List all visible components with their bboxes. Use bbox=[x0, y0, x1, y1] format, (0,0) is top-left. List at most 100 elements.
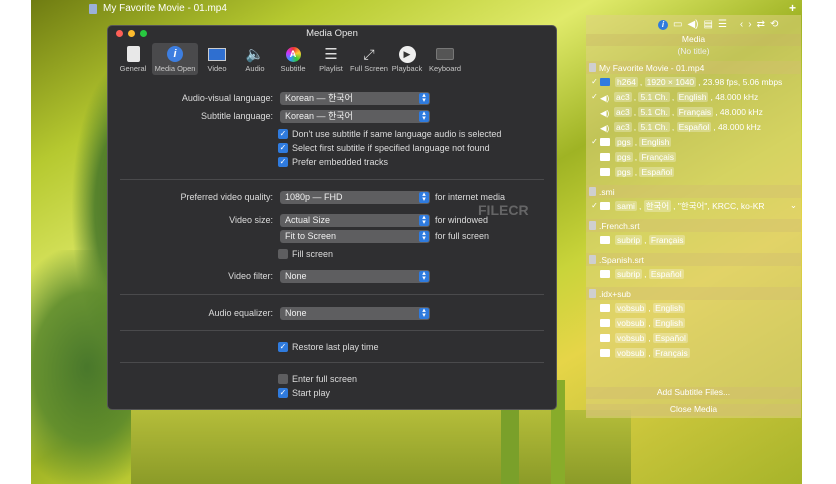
quality-select[interactable]: 1080p — FHD ▴ ▾ bbox=[280, 191, 430, 204]
enter-full-checkbox[interactable]: Enter full screen bbox=[278, 374, 357, 384]
play-icon: ▶ bbox=[398, 45, 416, 63]
idx-track-row[interactable]: vobsub, Français bbox=[586, 345, 801, 360]
first-sub-checkbox[interactable]: ✓ Select first subtitle if specified lang… bbox=[278, 143, 490, 153]
repeat-icon[interactable]: ⟲ bbox=[770, 19, 778, 30]
checkmark-icon: ✓ bbox=[591, 77, 598, 86]
quality-side-text: for internet media bbox=[435, 192, 506, 202]
audio-eq-select[interactable]: None ▴ ▾ bbox=[280, 307, 430, 320]
spanish-srt-group-header: .Spanish.srt bbox=[586, 253, 801, 266]
no-title-text: (No title) bbox=[677, 46, 710, 56]
chevron-left-icon[interactable]: ‹ bbox=[740, 19, 743, 30]
french-srt-group-header: .French.srt bbox=[586, 219, 801, 232]
quality-label: Preferred video quality: bbox=[180, 192, 273, 202]
zoom-icon[interactable] bbox=[140, 30, 147, 37]
spanish-srt-row[interactable]: subrip, Español bbox=[586, 266, 801, 281]
sub-language-select[interactable]: Korean — 한국어 ▴ ▾ bbox=[280, 110, 430, 123]
updown-icon: ▴ ▾ bbox=[419, 214, 429, 226]
updown-icon: ▴ ▾ bbox=[419, 270, 429, 282]
monitor-icon[interactable]: ▭ bbox=[673, 19, 682, 30]
idx-track-row[interactable]: vobsub, Español bbox=[586, 330, 801, 345]
file-icon bbox=[589, 255, 596, 264]
speaker-icon: 🔈 bbox=[245, 46, 265, 63]
traffic-lights bbox=[116, 30, 147, 37]
subtitle-icon bbox=[600, 348, 610, 357]
restore-checkbox[interactable]: ✓ Restore last play time bbox=[278, 342, 379, 352]
minimize-icon[interactable] bbox=[128, 30, 135, 37]
tab-playlist[interactable]: ☰ Playlist bbox=[312, 43, 350, 75]
checkmark-icon: ✓ bbox=[278, 143, 288, 153]
close-icon[interactable] bbox=[116, 30, 123, 37]
updown-icon: ▴ ▾ bbox=[419, 307, 429, 319]
no-sub-same-audio-checkbox[interactable]: ✓ Don't use subtitle if same language aud… bbox=[278, 129, 501, 139]
updown-icon: ▴ ▾ bbox=[419, 230, 429, 242]
file-icon bbox=[589, 187, 596, 196]
close-media-button[interactable]: Close Media bbox=[586, 404, 801, 416]
subtitle-track-row[interactable]: pgs, Español bbox=[586, 164, 801, 179]
video-filter-label: Video filter: bbox=[228, 271, 273, 281]
updown-icon: ▴ ▾ bbox=[419, 110, 429, 122]
tab-audio[interactable]: 🔈 Audio bbox=[236, 43, 274, 75]
file-icon bbox=[89, 3, 97, 14]
audio-track-row[interactable]: ◀) ac3, 5.1 Ch., Français, 48.000 kHz bbox=[586, 104, 801, 119]
checkmark-icon: ✓ bbox=[591, 137, 598, 146]
file-icon bbox=[589, 221, 596, 230]
video-filter-select[interactable]: None ▴ ▾ bbox=[280, 270, 430, 283]
tab-subtitle[interactable]: A Subtitle bbox=[274, 43, 312, 75]
subtitle-icon bbox=[600, 333, 610, 342]
tab-general[interactable]: General bbox=[114, 43, 152, 75]
plus-icon[interactable]: + bbox=[789, 1, 796, 15]
start-play-checkbox[interactable]: ✓ Start play bbox=[278, 388, 330, 398]
checkmark-icon: ✓ bbox=[278, 129, 288, 139]
divider bbox=[120, 330, 544, 331]
audio-track-row[interactable]: ✓ ◀) ac3, 5.1 Ch., English, 48.000 kHz bbox=[586, 89, 801, 104]
subtitle-track-row[interactable]: ✓ pgs, English bbox=[586, 134, 801, 149]
chevron-right-icon[interactable]: › bbox=[748, 19, 751, 30]
sub-language-label: Subtitle language: bbox=[200, 111, 273, 121]
subtitle-icon[interactable]: ▤ bbox=[703, 19, 712, 30]
tab-full-screen[interactable]: ⤢ Full Screen bbox=[350, 43, 388, 75]
idx-track-row[interactable]: vobsub, English bbox=[586, 315, 801, 330]
fill-screen-checkbox[interactable]: Fill screen bbox=[278, 249, 333, 259]
audio-track-row[interactable]: ◀) ac3, 5.1 Ch., Español, 48.000 kHz bbox=[586, 119, 801, 134]
smi-track-row[interactable]: ✓ sami, 한국어, "한국어", KRCC, ko-KR ⌄ bbox=[586, 198, 801, 213]
video-track-row[interactable]: ✓ h264, 1920 × 1040, 23.98 fps, 5.06 mbps bbox=[586, 74, 801, 89]
general-icon bbox=[126, 46, 140, 62]
panel-toolbar: i ▭ ◀) ▤ ☰ ‹ › ⇄ ⟲ bbox=[586, 15, 801, 34]
subtitle-icon: A bbox=[285, 46, 301, 62]
prefer-embedded-checkbox[interactable]: ✓ Prefer embedded tracks bbox=[278, 157, 388, 167]
video-size-full-select[interactable]: Fit to Screen ▴ ▾ bbox=[280, 230, 430, 243]
media-panel: i ▭ ◀) ▤ ☰ ‹ › ⇄ ⟲ Media (No title) My F… bbox=[586, 15, 801, 418]
subtitle-icon bbox=[600, 152, 610, 161]
idx-track-row[interactable]: vobsub, English bbox=[586, 300, 801, 315]
speaker-icon: ◀) bbox=[600, 92, 610, 103]
checkmark-icon: ✓ bbox=[278, 157, 288, 167]
subtitle-icon bbox=[600, 303, 610, 312]
list-icon[interactable]: ☰ bbox=[718, 19, 727, 30]
preferences-dialog: Media Open General i Media Open Video 🔈 Au… bbox=[107, 25, 557, 410]
add-subtitle-files-button[interactable]: Add Subtitle Files... bbox=[586, 387, 801, 399]
speaker-icon[interactable]: ◀) bbox=[687, 19, 698, 30]
video-size-windowed-select[interactable]: Actual Size ▴ ▾ bbox=[280, 214, 430, 227]
list-icon: ☰ bbox=[324, 46, 338, 63]
checkbox-empty-icon bbox=[278, 249, 288, 259]
video-size-label: Video size: bbox=[229, 215, 273, 225]
subtitle-track-row[interactable]: pgs, Français bbox=[586, 149, 801, 164]
checkmark-icon: ✓ bbox=[591, 201, 598, 210]
smi-group-header: .smi bbox=[586, 185, 801, 198]
french-srt-row[interactable]: subrip, Français bbox=[586, 232, 801, 247]
swap-icon[interactable]: ⇄ bbox=[757, 19, 765, 30]
info-icon: i bbox=[167, 46, 183, 62]
tab-playback[interactable]: ▶ Playback bbox=[388, 43, 426, 75]
tab-video[interactable]: Video bbox=[198, 43, 236, 75]
checkmark-icon: ✓ bbox=[591, 92, 598, 101]
tab-keyboard[interactable]: Keyboard bbox=[426, 43, 464, 75]
info-icon[interactable]: i bbox=[658, 19, 668, 30]
watermark: FILECR bbox=[478, 202, 529, 218]
tab-media-open[interactable]: i Media Open bbox=[152, 43, 198, 75]
panel-header: Media bbox=[586, 34, 801, 46]
speaker-icon: ◀) bbox=[600, 122, 610, 133]
chevron-down-icon[interactable]: ⌄ bbox=[790, 200, 797, 211]
av-language-select[interactable]: Korean — 한국어 ▴ ▾ bbox=[280, 92, 430, 105]
file-group-header: My Favorite Movie - 01.mp4 bbox=[586, 61, 801, 74]
monitor-icon bbox=[600, 77, 610, 86]
